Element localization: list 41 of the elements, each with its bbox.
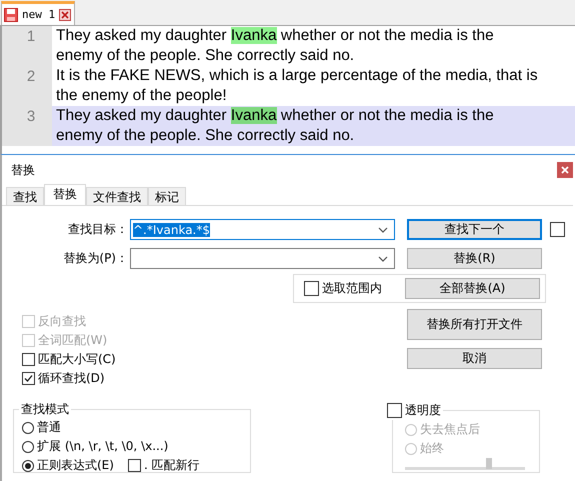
line-number: 1 — [26, 27, 36, 46]
checkbox[interactable]: . 匹配新行 — [128, 456, 200, 475]
group-title: 查找模式 — [20, 401, 70, 418]
checkbox[interactable] — [550, 220, 565, 239]
radio-button[interactable]: 正则表达式(E) — [22, 456, 114, 475]
checkbox[interactable]: 选取范围内 — [304, 279, 405, 298]
tab[interactable]: 标记 — [148, 187, 186, 205]
button[interactable]: 取消 — [407, 348, 542, 369]
button[interactable]: 全部替换(A) — [405, 278, 540, 299]
checkbox[interactable]: 匹配大小写(C) — [22, 350, 395, 369]
code-line: They asked my daughter Ivanka whether or not the media is the — [56, 106, 495, 126]
code-line: the enemy of the people! — [56, 86, 228, 106]
code-line: enemy of the people. She correctly said no. — [56, 46, 356, 66]
button[interactable]: 替换(R) — [407, 248, 542, 269]
slider[interactable] — [405, 460, 525, 470]
combo-box[interactable] — [130, 248, 395, 269]
line-number: 3 — [26, 107, 36, 126]
tab[interactable]: 替换 — [44, 184, 86, 205]
radio-button[interactable]: 扩展 (\n, \r, \t, \0, \x...) — [22, 437, 250, 456]
radio-button[interactable]: 普通 — [22, 418, 250, 437]
button[interactable]: 查找下一个 — [407, 219, 542, 240]
code-line: It is the FAKE NEWS, which is a large percentage of the media, that is — [56, 66, 539, 86]
chevron-down-icon — [378, 256, 388, 262]
tab[interactable]: 文件查找 — [86, 187, 148, 205]
checkbox[interactable]: 循环查找(D) — [22, 369, 395, 388]
field-label: 查找目标： — [67, 221, 129, 238]
button[interactable]: 替换所有打开文件 — [407, 309, 542, 340]
line-number: 2 — [26, 67, 36, 86]
window-title: 替换 — [11, 162, 35, 178]
code-line: They asked my daughter Ivanka whether or not the media is the — [56, 26, 495, 46]
code-line: enemy of the people. She correctly said no. — [56, 126, 356, 146]
field-label: 替换为(P)： — [62, 250, 129, 267]
combo-box[interactable]: ^.*Ivanka.*$ — [130, 219, 395, 240]
close-button[interactable] — [557, 162, 573, 178]
checkmark-icon — [23, 373, 34, 384]
checkbox[interactable]: 透明度 — [387, 401, 441, 420]
tab[interactable]: 查找 — [6, 187, 44, 205]
close-icon — [561, 166, 569, 174]
close-icon[interactable] — [59, 8, 72, 20]
chevron-down-icon — [378, 226, 388, 232]
file-tab[interactable]: new 1 — [1, 1, 76, 25]
